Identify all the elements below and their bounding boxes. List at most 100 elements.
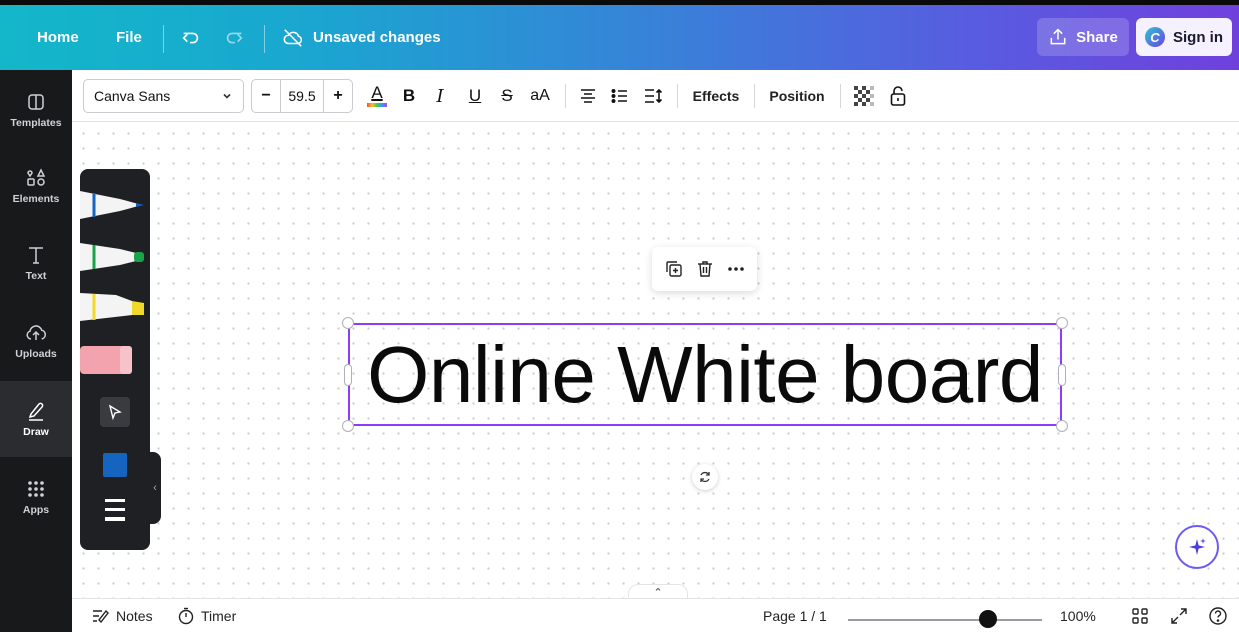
resize-handle-top-right[interactable]	[1056, 317, 1068, 329]
highlighter-tool[interactable]	[80, 289, 146, 325]
fullscreen-button[interactable]	[1170, 603, 1188, 629]
zoom-slider-thumb[interactable]	[978, 610, 997, 628]
strikethrough-button[interactable]: S	[497, 79, 517, 113]
sidebar-item-draw[interactable]: Draw	[0, 381, 72, 457]
share-button[interactable]: Share	[1037, 18, 1129, 56]
weight-line-icon	[105, 517, 125, 521]
sidebar-item-templates[interactable]: Templates	[0, 72, 72, 148]
file-menu-button[interactable]: File	[116, 5, 142, 70]
resize-handle-right[interactable]	[1058, 364, 1066, 386]
letter-case-button[interactable]: aA	[527, 79, 553, 113]
align-button[interactable]	[577, 79, 599, 113]
trash-icon[interactable]	[695, 259, 715, 279]
zoom-percentage[interactable]: 100%	[1060, 603, 1096, 629]
effects-button[interactable]: Effects	[690, 79, 742, 113]
transparency-button[interactable]	[852, 79, 876, 113]
underline-button[interactable]: U	[465, 79, 485, 113]
resize-handle-bottom-left[interactable]	[342, 420, 354, 432]
collapse-panel-tab[interactable]: ‹	[149, 452, 161, 524]
help-button[interactable]	[1208, 603, 1228, 629]
canvas-text[interactable]: Online White board	[350, 325, 1060, 424]
decrease-font-size-button[interactable]: −	[252, 87, 280, 105]
redo-button[interactable]	[223, 5, 245, 70]
resize-handle-left[interactable]	[344, 364, 352, 386]
draw-icon	[25, 400, 47, 422]
sidebar-item-label: Apps	[22, 504, 50, 516]
grid-view-icon	[1132, 608, 1148, 624]
lock-button[interactable]	[886, 79, 910, 113]
sidebar-item-apps[interactable]: Apps	[0, 459, 72, 535]
stroke-weight-button[interactable]	[105, 499, 125, 521]
font-size-input[interactable]: 59.5	[280, 79, 324, 113]
pen-tool[interactable]	[80, 187, 146, 223]
canva-logo-icon: C	[1145, 27, 1165, 47]
toolbar-divider	[565, 84, 566, 108]
save-status-label: Unsaved changes	[313, 29, 441, 46]
topbar-divider	[264, 25, 265, 53]
share-label: Share	[1076, 28, 1118, 46]
weight-line-icon	[105, 499, 125, 502]
weight-line-icon	[105, 508, 125, 511]
more-options-icon[interactable]	[726, 259, 746, 279]
sidebar-item-text[interactable]: Text	[0, 225, 72, 301]
cursor-arrow-icon	[108, 404, 122, 420]
cloud-off-icon	[283, 28, 303, 47]
save-status[interactable]: Unsaved changes	[282, 5, 441, 70]
spacing-button[interactable]	[641, 79, 665, 113]
zoom-slider-track[interactable]	[848, 619, 1042, 621]
rotate-icon	[700, 471, 710, 483]
top-bar: Home File Unsaved changes Share C Sign i…	[0, 0, 1239, 70]
magic-assistant-button[interactable]	[1175, 525, 1219, 569]
increase-font-size-button[interactable]: +	[324, 87, 352, 105]
elements-icon	[25, 167, 47, 189]
undo-button[interactable]	[180, 5, 202, 70]
text-color-letter: A	[371, 83, 383, 102]
rainbow-bar-icon	[367, 103, 387, 107]
toolbar-divider	[677, 84, 678, 108]
chevron-down-icon	[223, 93, 231, 99]
page-indicator-label: Page 1 / 1	[763, 608, 827, 624]
rotate-handle[interactable]	[692, 464, 718, 490]
expand-icon	[1171, 608, 1187, 624]
left-sidebar: Templates Elements Text Uploads Draw App…	[0, 70, 72, 632]
page-indicator[interactable]: Page 1 / 1	[763, 603, 827, 629]
resize-handle-top-left[interactable]	[342, 317, 354, 329]
transparency-icon	[854, 86, 874, 106]
home-label: Home	[37, 29, 79, 46]
timer-label: Timer	[201, 608, 237, 624]
position-button[interactable]: Position	[767, 79, 827, 113]
sign-in-label: Sign in	[1173, 28, 1223, 46]
timer-button[interactable]: Timer	[177, 603, 236, 629]
marker-tool[interactable]	[80, 239, 146, 275]
select-tool-button[interactable]	[100, 397, 130, 427]
notes-button[interactable]: Notes	[92, 603, 153, 629]
bold-button[interactable]: B	[398, 79, 420, 113]
sidebar-item-label: Uploads	[15, 348, 57, 360]
font-family-select[interactable]: Canva Sans	[83, 79, 244, 113]
notes-icon	[93, 609, 109, 624]
sign-in-button[interactable]: C Sign in	[1136, 18, 1232, 56]
list-button[interactable]	[609, 79, 631, 113]
duplicate-icon[interactable]	[664, 259, 684, 279]
bullet-list-icon	[611, 88, 627, 104]
color-swatch[interactable]	[103, 453, 127, 477]
home-button[interactable]: Home	[37, 5, 79, 70]
sidebar-item-uploads[interactable]: Uploads	[0, 303, 72, 379]
font-family-value: Canva Sans	[94, 88, 171, 104]
apps-icon	[25, 478, 47, 500]
eraser-tool[interactable]	[80, 343, 146, 379]
sidebar-item-elements[interactable]: Elements	[0, 148, 72, 224]
notes-label: Notes	[116, 608, 153, 624]
align-center-icon	[581, 89, 595, 103]
draw-tools-panel	[80, 169, 150, 550]
text-color-button[interactable]: A	[364, 79, 390, 113]
sparkle-icon	[1189, 538, 1206, 555]
grid-view-button[interactable]	[1131, 603, 1149, 629]
font-size-stepper: − 59.5 +	[251, 79, 353, 113]
share-icon	[1050, 28, 1066, 45]
help-icon	[1209, 607, 1227, 625]
resize-handle-bottom-right[interactable]	[1056, 420, 1068, 432]
timer-icon	[178, 607, 194, 625]
italic-button[interactable]: I	[430, 79, 450, 113]
toolbar-divider	[754, 84, 755, 108]
